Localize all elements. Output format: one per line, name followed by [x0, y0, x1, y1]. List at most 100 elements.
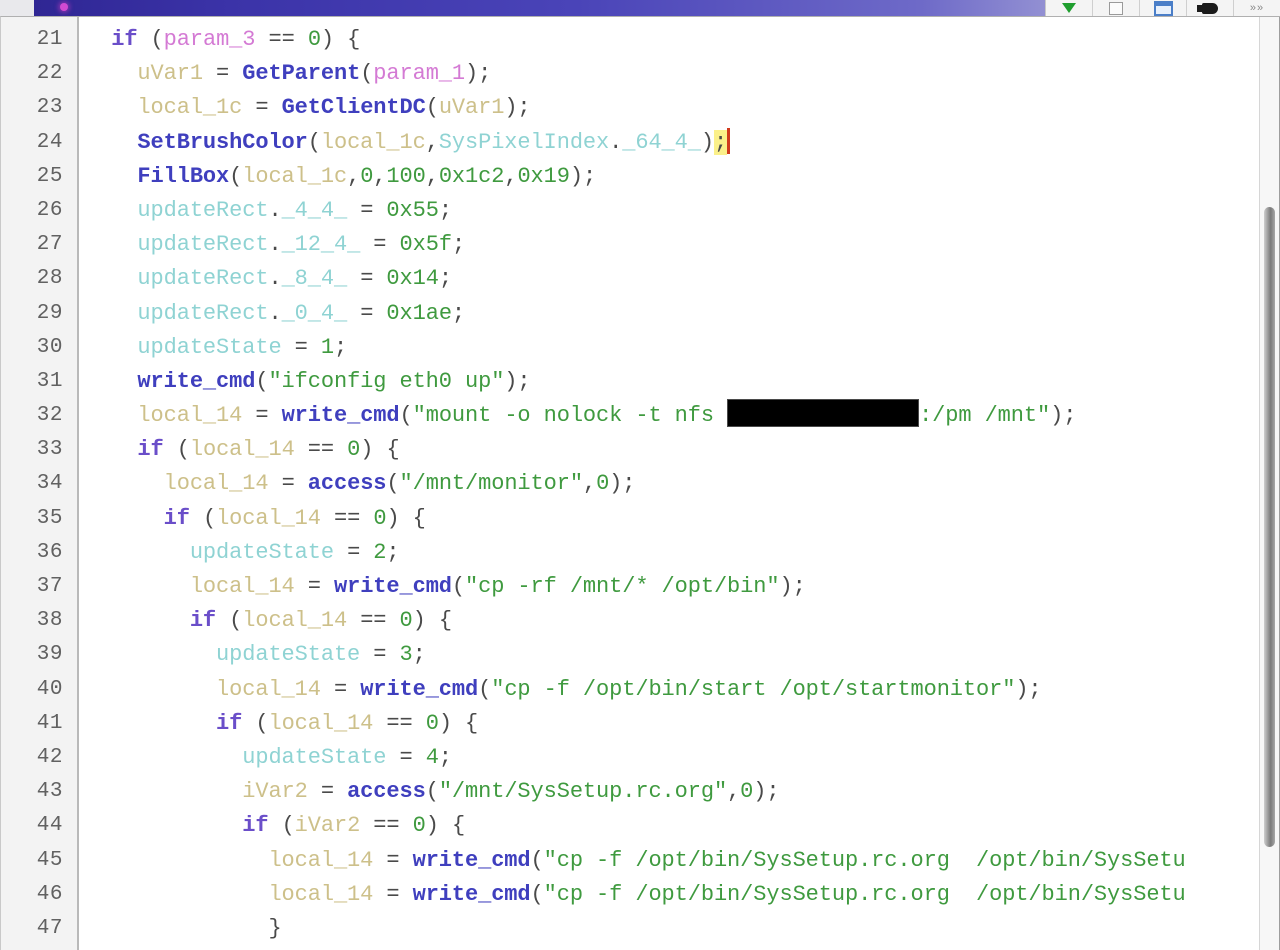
line-number: 47	[36, 916, 63, 940]
code-line[interactable]: uVar1 = GetParent(param_1);	[85, 57, 1280, 91]
local-variable-token: uVar1	[438, 95, 505, 121]
keyword-token: if	[189, 608, 217, 634]
code-line[interactable]: local_14 = write_cmd("mount -o nolock -t…	[85, 399, 1280, 433]
code-line[interactable]: if (local_14 == 0) {	[85, 502, 1280, 536]
function-token: FillBox	[137, 163, 230, 189]
code-line[interactable]: write_cmd("ifconfig eth0 up");	[85, 365, 1280, 399]
local-variable-token: local_14	[163, 471, 269, 497]
punctuation-token: =	[347, 539, 361, 565]
code-line[interactable]: local_14 = write_cmd("cp -rf /mnt/* /opt…	[85, 570, 1280, 604]
code-content: if (param_3 == 0) { uVar1 = GetParent(pa…	[81, 17, 1280, 946]
code-line[interactable]: local_14 = write_cmd("cp -f /opt/bin/Sys…	[85, 844, 1280, 878]
line-number: 22	[36, 62, 63, 86]
punctuation-token: ==	[307, 437, 335, 463]
code-line[interactable]: }	[85, 912, 1280, 946]
number-token: 1	[320, 334, 334, 360]
code-line[interactable]: updateState = 3;	[85, 638, 1280, 672]
down-arrow-icon[interactable]	[1046, 0, 1093, 16]
local-variable-token: iVar2	[242, 779, 308, 805]
code-line[interactable]: if (local_14 == 0) {	[85, 707, 1280, 741]
line-number: 29	[36, 301, 63, 325]
code-line[interactable]: updateRect._8_4_ = 0x14;	[85, 262, 1280, 296]
number-token: 2	[373, 539, 387, 565]
keyword-token: if	[216, 710, 243, 736]
line-number: 41	[36, 711, 63, 735]
code-line[interactable]: SetBrushColor(local_1c,SysPixelIndex._64…	[85, 126, 1280, 160]
punctuation-token: ==	[360, 608, 387, 634]
punctuation-token: ,	[425, 163, 439, 189]
code-line[interactable]: local_1c = GetClientDC(uVar1);	[85, 91, 1280, 125]
code-viewport[interactable]: if (param_3 == 0) { uVar1 = GetParent(pa…	[81, 17, 1280, 950]
punctuation-token: ,	[425, 129, 439, 155]
plug-icon[interactable]	[1187, 0, 1234, 16]
line-number: 42	[36, 745, 63, 769]
punctuation-token: =	[255, 403, 269, 429]
local-variable-token: local_14	[216, 676, 321, 702]
code-line[interactable]: updateRect._12_4_ = 0x5f;	[85, 228, 1280, 262]
line-number: 26	[36, 198, 63, 222]
function-token: GetParent	[242, 61, 361, 87]
code-line[interactable]: if (iVar2 == 0) {	[85, 809, 1280, 843]
code-line[interactable]: updateState = 2;	[85, 536, 1280, 570]
code-line[interactable]: updateState = 4;	[85, 741, 1280, 775]
code-line[interactable]: FillBox(local_1c,0,100,0x1c2,0x19);	[85, 160, 1280, 194]
global-symbol-token: updateRect	[137, 232, 269, 258]
number-token: 0	[360, 163, 374, 189]
code-line[interactable]: updateRect._0_4_ = 0x1ae;	[85, 297, 1280, 331]
punctuation-token: );	[569, 163, 597, 189]
window-glyph	[1153, 0, 1173, 16]
code-line[interactable]: if (local_14 == 0) {	[85, 604, 1280, 638]
line-number: 35	[36, 506, 63, 530]
code-line[interactable]: updateRect._4_4_ = 0x55;	[85, 194, 1280, 228]
number-token: 0x5f	[399, 232, 453, 258]
code-line[interactable]: local_14 = write_cmd("cp -f /opt/bin/sta…	[85, 673, 1280, 707]
punctuation-token: .	[609, 129, 623, 155]
string-token: "cp -f /opt/bin/start /opt/startmonitor"	[491, 676, 1016, 702]
window-icon[interactable]	[1140, 0, 1187, 16]
code-line[interactable]: updateState = 1;	[85, 331, 1280, 365]
vertical-scrollbar-thumb[interactable]	[1264, 207, 1275, 847]
local-variable-token: iVar2	[294, 813, 361, 839]
function-token: access	[347, 779, 426, 805]
code-line[interactable]: local_14 = access("/mnt/monitor",0);	[85, 467, 1280, 501]
punctuation-token: ;	[386, 539, 400, 565]
local-variable-token: local_14	[189, 437, 295, 463]
function-token: write_cmd	[137, 368, 256, 394]
punctuation-token: );	[1015, 676, 1042, 702]
code-line[interactable]: iVar2 = access("/mnt/SysSetup.rc.org",0)…	[85, 775, 1280, 809]
global-symbol-token: updateRect	[137, 266, 269, 292]
string-token: :/pm /mnt"	[919, 403, 1051, 429]
blank-page-icon[interactable]	[1093, 0, 1140, 16]
code-line[interactable]: if (local_14 == 0) {	[85, 433, 1280, 467]
vertical-scrollbar[interactable]	[1259, 17, 1279, 950]
code-line[interactable]: if (param_3 == 0) {	[85, 23, 1280, 57]
punctuation-token: =	[307, 574, 321, 599]
line-number: 28	[36, 267, 63, 291]
toolbar-overflow-button[interactable]: »»	[1234, 0, 1280, 16]
code-line[interactable]: local_14 = write_cmd("cp -f /opt/bin/Sys…	[85, 878, 1280, 912]
punctuation-token: (	[255, 368, 269, 394]
punctuation-token: ) {	[320, 27, 361, 52]
local-variable-token: local_14	[137, 403, 243, 429]
number-token: 3	[399, 642, 413, 668]
